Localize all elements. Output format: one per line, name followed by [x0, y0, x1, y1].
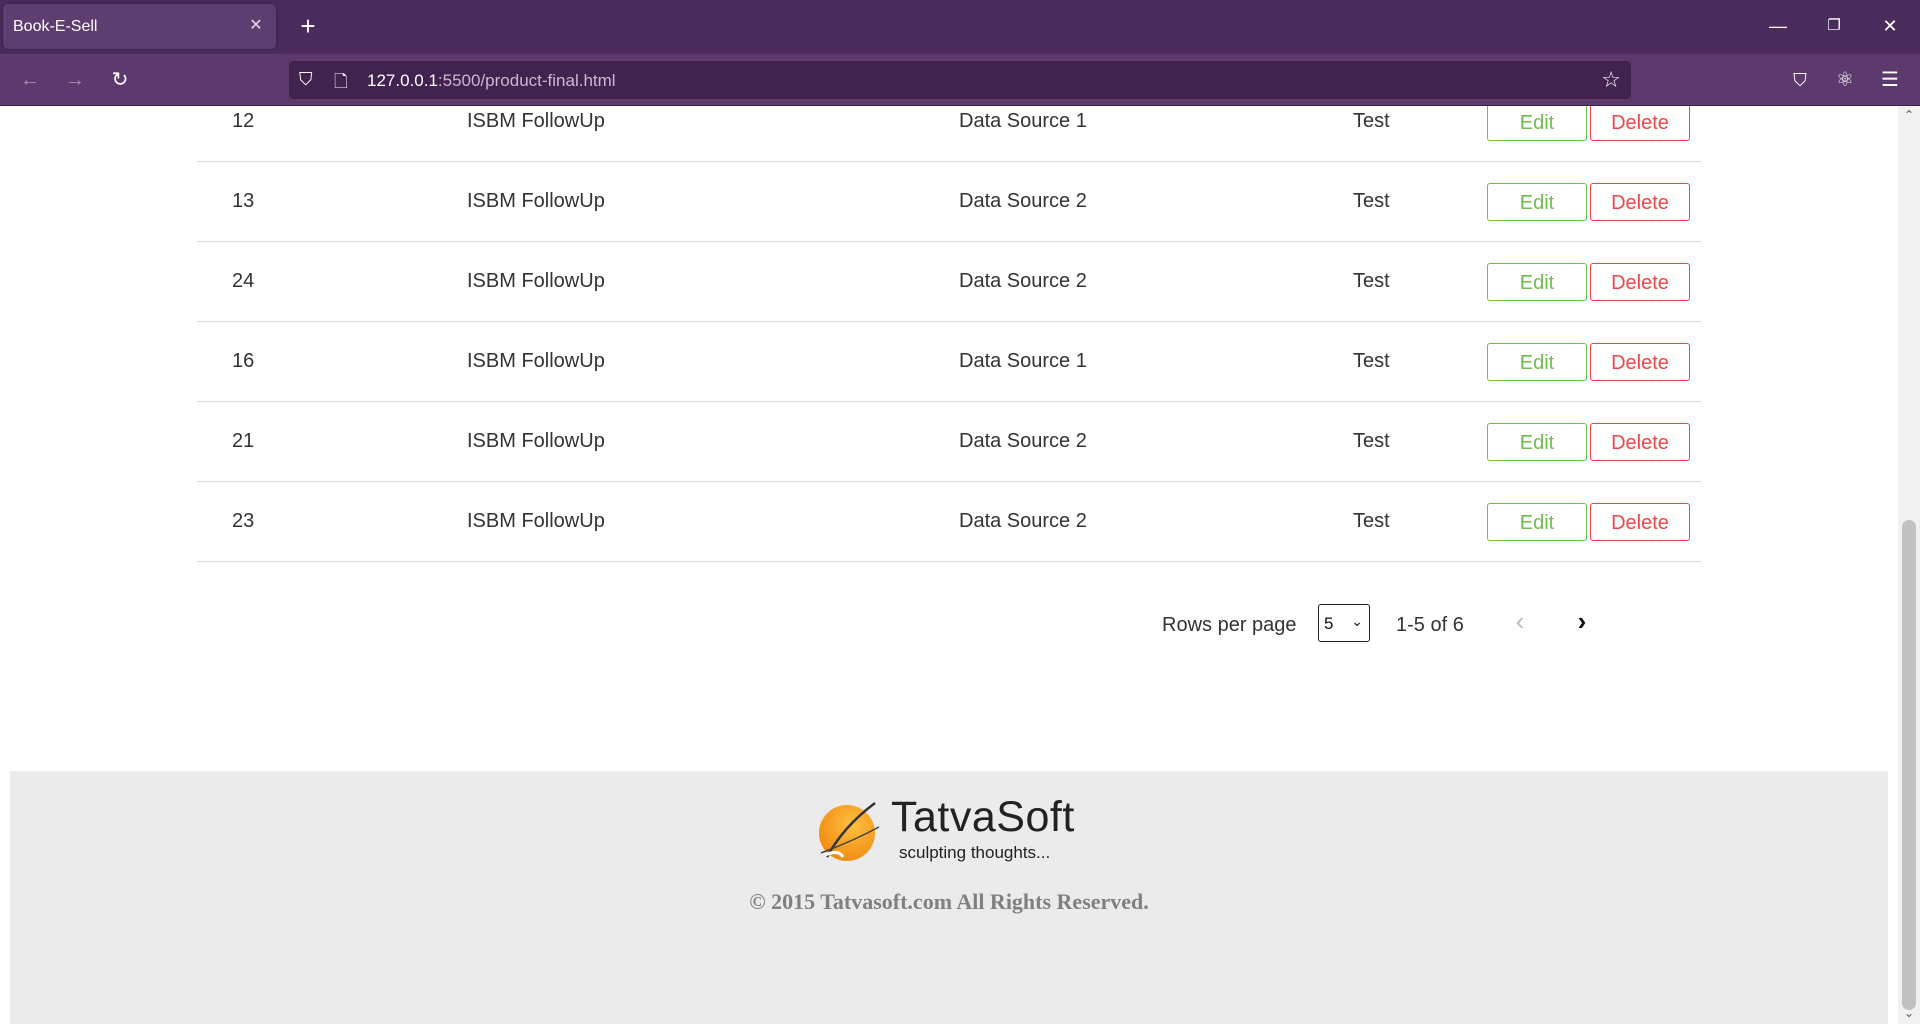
browser-tab[interactable]: Book-E-Sell ✕ [3, 4, 276, 49]
logo-tagline: sculpting thoughts... [899, 843, 1051, 862]
row-name: ISBM FollowUp [467, 161, 959, 242]
row-source: Data Source 2 [959, 161, 1353, 242]
row-source: Data Source 1 [959, 321, 1353, 402]
logo-mark-icon [819, 802, 880, 861]
row-name: ISBM FollowUp [467, 106, 959, 162]
page-content: 12 ISBM FollowUp Data Source 1 Test Edit Dele… [0, 106, 1898, 1024]
row-category: Test [1353, 321, 1487, 402]
row-name: ISBM FollowUp [467, 321, 959, 402]
row-id: 13 [197, 161, 467, 242]
previous-page-button[interactable]: ‹ [1504, 606, 1536, 638]
table-row: 24 ISBM FollowUp Data Source 2 Test Edit Dele… [197, 241, 1701, 322]
next-page-button[interactable]: › [1566, 606, 1598, 638]
url-path: :5500/product-final.html [437, 71, 616, 90]
rows-per-page-label: Rows per page [1162, 614, 1297, 636]
tab-title: Book-E-Sell [13, 18, 98, 35]
delete-button[interactable]: Delete [1590, 502, 1690, 541]
address-bar[interactable]: ⛉ 🗋 127.0.0.1:5500/product-final.html ☆ [289, 61, 1631, 99]
scrollbar-thumb[interactable] [1902, 520, 1916, 1010]
delete-button[interactable]: Delete [1590, 182, 1690, 221]
row-source: Data Source 1 [959, 106, 1353, 162]
rows-per-page-select[interactable]: 5 ⌄ [1318, 604, 1370, 642]
page-icon[interactable]: 🗋 [334, 69, 348, 98]
table-row: 12 ISBM FollowUp Data Source 1 Test Edit Dele… [197, 106, 1701, 162]
row-actions: Edit Delete [1487, 106, 1701, 162]
edit-button[interactable]: Edit [1487, 502, 1587, 541]
url-host: 127.0.0.1 [367, 71, 438, 90]
edit-button[interactable]: Edit [1487, 106, 1587, 141]
browser-tab-bar: Book-E-Sell ✕ + — ❐ ✕ [0, 0, 1920, 54]
scroll-up-icon[interactable]: ⌃ [1898, 108, 1920, 122]
footer: TatvaSoft sculpting thoughts... © 2015 T… [10, 771, 1888, 1024]
row-category: Test [1353, 241, 1487, 322]
restore-icon[interactable]: ❐ [1816, 10, 1852, 42]
close-tab-icon[interactable]: ✕ [246, 15, 266, 35]
row-name: ISBM FollowUp [467, 241, 959, 322]
row-actions: Edit Delete [1487, 241, 1701, 322]
close-window-icon[interactable]: ✕ [1872, 10, 1908, 42]
copyright-text: © 2015 Tatvasoft.com All Rights Reserved… [749, 889, 1149, 914]
browser-nav-bar: ← → ↻ ⛉ 🗋 127.0.0.1:5500/product-final.h… [0, 54, 1920, 106]
menu-icon[interactable]: ☰ [1874, 64, 1906, 96]
chevron-down-icon: ⌄ [1351, 613, 1363, 629]
row-actions: Edit Delete [1487, 481, 1701, 562]
logo-name: TatvaSoft [891, 793, 1075, 841]
reload-icon[interactable]: ↻ [104, 64, 136, 96]
edit-button[interactable]: Edit [1487, 422, 1587, 461]
table-row: 21 ISBM FollowUp Data Source 2 Test Edit Dele… [197, 401, 1701, 482]
edit-button[interactable]: Edit [1487, 182, 1587, 221]
row-category: Test [1353, 161, 1487, 242]
row-source: Data Source 2 [959, 241, 1353, 322]
row-id: 23 [197, 481, 467, 562]
tatvasoft-logo: TatvaSoft sculpting thoughts... [813, 793, 1103, 863]
react-devtools-icon[interactable]: ⚛ [1829, 64, 1861, 96]
scroll-down-icon[interactable]: ⌄ [1898, 1006, 1920, 1020]
row-source: Data Source 2 [959, 481, 1353, 562]
row-id: 21 [197, 401, 467, 482]
row-category: Test [1353, 106, 1487, 162]
delete-button[interactable]: Delete [1590, 106, 1690, 141]
table-row: 23 ISBM FollowUp Data Source 2 Test Edit Dele… [197, 481, 1701, 562]
back-icon[interactable]: ← [14, 64, 46, 96]
row-category: Test [1353, 401, 1487, 482]
shield-icon[interactable]: ⛉ [299, 69, 313, 90]
row-name: ISBM FollowUp [467, 481, 959, 562]
pocket-icon[interactable]: ⛉ [1784, 64, 1816, 96]
products-table: 12 ISBM FollowUp Data Source 1 Test Edit Dele… [197, 106, 1701, 562]
page-range-text: 1-5 of 6 [1396, 614, 1464, 636]
url-text: 127.0.0.1:5500/product-final.html [367, 71, 616, 91]
row-id: 12 [197, 106, 467, 162]
edit-button[interactable]: Edit [1487, 342, 1587, 381]
row-actions: Edit Delete [1487, 321, 1701, 402]
row-id: 16 [197, 321, 467, 402]
row-id: 24 [197, 241, 467, 322]
minimize-icon[interactable]: — [1760, 10, 1796, 42]
delete-button[interactable]: Delete [1590, 262, 1690, 301]
delete-button[interactable]: Delete [1590, 422, 1690, 461]
row-actions: Edit Delete [1487, 161, 1701, 242]
table-row: 16 ISBM FollowUp Data Source 1 Test Edit Dele… [197, 321, 1701, 402]
row-actions: Edit Delete [1487, 401, 1701, 482]
row-category: Test [1353, 481, 1487, 562]
forward-icon[interactable]: → [59, 64, 91, 96]
row-name: ISBM FollowUp [467, 401, 959, 482]
delete-button[interactable]: Delete [1590, 342, 1690, 381]
row-source: Data Source 2 [959, 401, 1353, 482]
new-tab-icon[interactable]: + [293, 10, 323, 42]
vertical-scrollbar[interactable]: ⌃ ⌄ [1898, 106, 1920, 1024]
edit-button[interactable]: Edit [1487, 262, 1587, 301]
bookmark-star-icon[interactable]: ☆ [1601, 67, 1621, 93]
rows-per-page-value: 5 [1324, 614, 1334, 633]
table-row: 13 ISBM FollowUp Data Source 2 Test Edit Dele… [197, 161, 1701, 242]
